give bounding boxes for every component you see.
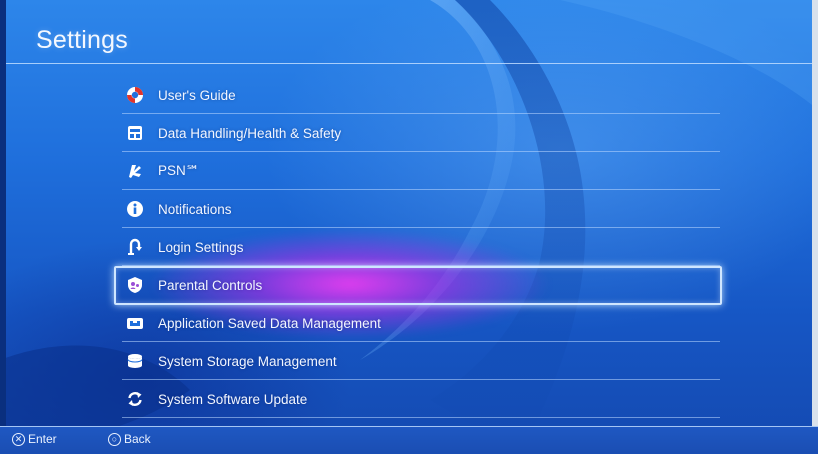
update-icon (125, 389, 145, 409)
menu-item-data-handling[interactable]: Data Handling/Health & Safety (114, 114, 720, 152)
menu-item-label: Data Handling/Health & Safety (158, 125, 342, 141)
menu-item-label: System Software Update (158, 391, 308, 407)
menu-item-label: Notifications (158, 201, 232, 217)
menu-item-system-storage[interactable]: System Storage Management (114, 342, 720, 380)
gamepad-icon (125, 313, 145, 333)
menu-item-app-saved-data[interactable]: Application Saved Data Management (114, 304, 720, 342)
storage-icon (125, 351, 145, 371)
menu-item-label: Login Settings (158, 239, 244, 255)
info-icon (125, 199, 145, 219)
document-icon (125, 123, 145, 143)
menu-item-label: Application Saved Data Management (158, 315, 381, 331)
page-title: Settings (36, 26, 128, 54)
login-icon (125, 237, 145, 257)
menu-item-label: Parental Controls (158, 277, 263, 293)
back-hint[interactable]: ○ Back (108, 432, 151, 446)
parental-controls-icon (125, 275, 145, 295)
lifebuoy-icon (125, 85, 145, 105)
menu-item-parental-controls[interactable]: Parental Controls (114, 266, 720, 304)
menu-item-label: User's Guide (158, 87, 236, 103)
row-divider (122, 417, 720, 418)
screen-edge-right (812, 0, 818, 454)
menu-item-users-guide[interactable]: User's Guide (114, 76, 720, 114)
title-divider (6, 63, 812, 64)
settings-screen: Settings User's Guide Data Handling/Heal… (0, 0, 818, 454)
enter-hint[interactable]: ✕ Enter (12, 432, 57, 446)
enter-hint-label: Enter (28, 432, 57, 446)
circle-button-icon: ○ (108, 432, 121, 446)
settings-menu: User's Guide Data Handling/Health & Safe… (114, 76, 720, 418)
back-hint-label: Back (124, 432, 151, 446)
menu-item-system-update[interactable]: System Software Update (114, 380, 720, 418)
menu-item-login-settings[interactable]: Login Settings (114, 228, 720, 266)
psn-logo-icon (125, 161, 145, 181)
screen-edge-left (0, 0, 6, 454)
menu-item-label: System Storage Management (158, 353, 337, 369)
menu-item-psn[interactable]: PSN℠ (114, 152, 720, 190)
cross-button-icon: ✕ (12, 432, 25, 446)
button-hint-bar: ✕ Enter ○ Back (0, 426, 818, 454)
menu-item-label: PSN℠ (158, 163, 200, 178)
menu-item-notifications[interactable]: Notifications (114, 190, 720, 228)
